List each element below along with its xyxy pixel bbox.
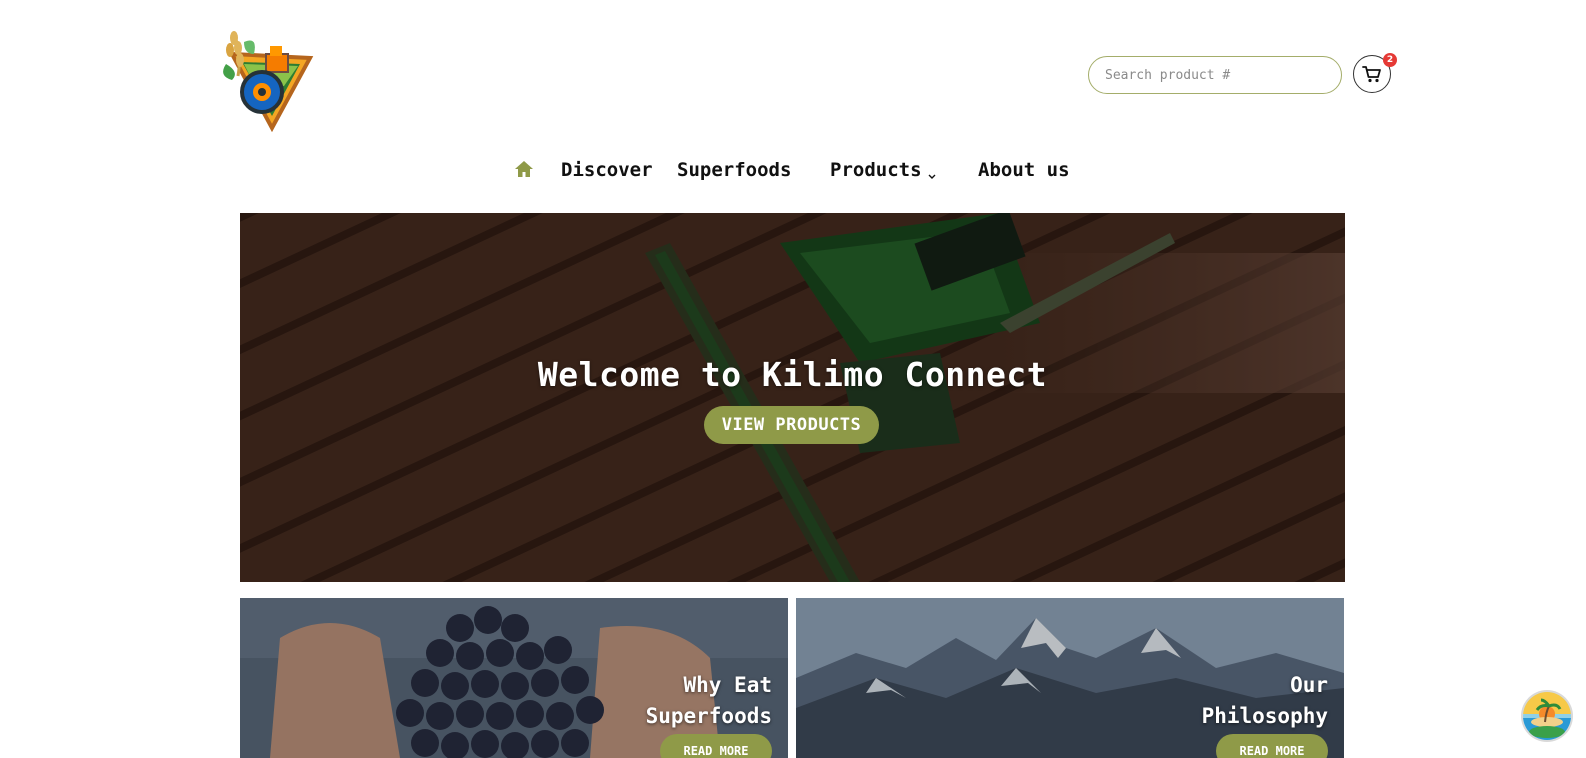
read-more-button[interactable]: READ MORE: [660, 734, 772, 758]
nav-item-about-us[interactable]: About us: [978, 156, 1070, 184]
main-nav: Discover Superfoods Products About us: [0, 156, 1586, 184]
nav-item-products[interactable]: Products: [830, 156, 922, 184]
card-title-line: Philosophy: [1201, 704, 1328, 728]
card-title: Why Eat Superfoods: [512, 670, 772, 732]
card-title-line: Why Eat: [683, 673, 772, 697]
tractor-wheat-logo-icon: [223, 31, 314, 133]
floating-chat-button[interactable]: [1523, 692, 1571, 740]
card-title-line: Superfoods: [645, 704, 772, 728]
cart-count-badge: 2: [1383, 53, 1397, 67]
site-logo[interactable]: [214, 24, 318, 133]
search-input[interactable]: [1088, 56, 1342, 94]
read-more-button[interactable]: READ MORE: [1216, 734, 1328, 758]
nav-item-discover[interactable]: Discover: [561, 156, 653, 184]
chevron-down-icon[interactable]: [927, 166, 937, 179]
hero-banner: Welcome to Kilimo Connect VIEW PRODUCTS: [240, 213, 1345, 582]
cart-icon: [1362, 66, 1381, 83]
nav-item-superfoods[interactable]: Superfoods: [677, 156, 791, 184]
view-products-button[interactable]: VIEW PRODUCTS: [704, 406, 879, 444]
hero-title: Welcome to Kilimo Connect: [537, 355, 1048, 394]
superfoods-card[interactable]: Why Eat Superfoods READ MORE: [240, 598, 788, 758]
card-title-line: Our: [1290, 673, 1328, 697]
island-sunset-icon: [1523, 692, 1571, 740]
philosophy-card[interactable]: Our Philosophy READ MORE: [796, 598, 1344, 758]
card-title: Our Philosophy: [1068, 670, 1328, 732]
harvester-field-image: [240, 213, 1345, 582]
